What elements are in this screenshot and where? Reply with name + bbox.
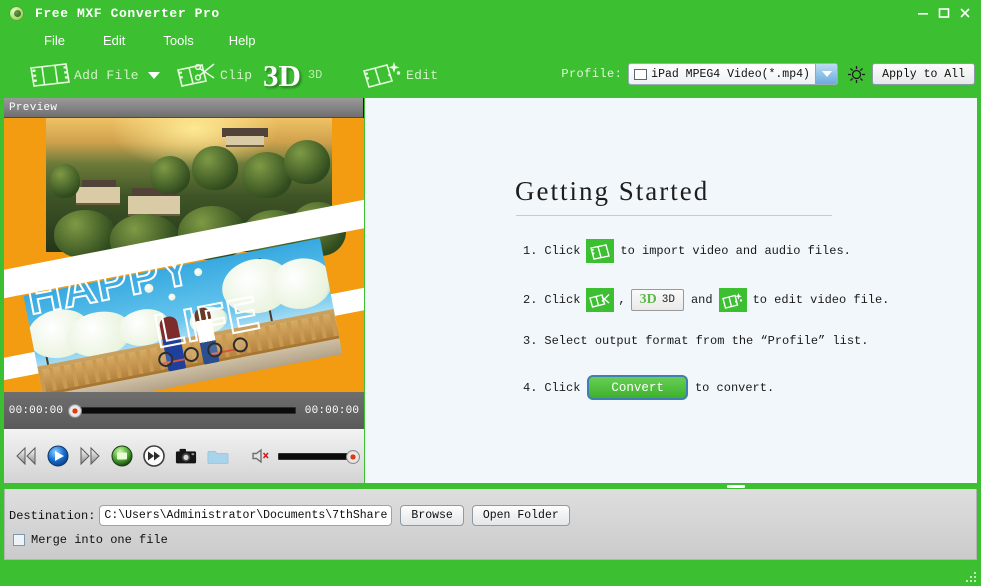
poster-image: HAPPY LIFE <box>4 118 364 392</box>
chevron-down-icon[interactable] <box>815 64 837 84</box>
application-window: Free MXF Converter Pro File Edit Tools H… <box>0 0 981 586</box>
video-stage[interactable]: HAPPY LIFE <box>4 118 364 392</box>
menu-item-tools[interactable]: Tools <box>163 33 193 48</box>
step-4-number: 4. <box>523 381 537 395</box>
destination-label: Destination: <box>9 509 95 523</box>
step-1-pre: Click <box>544 244 580 258</box>
chip-three-d-label: 3D <box>662 294 675 306</box>
three-d-label: 3D <box>308 68 322 82</box>
chevron-down-icon[interactable] <box>148 72 160 79</box>
merge-label: Merge into one file <box>31 533 168 547</box>
previous-icon[interactable] <box>15 445 37 467</box>
edit-wand-icon <box>362 60 404 90</box>
transport-bar <box>4 429 364 483</box>
getting-started-pane: Getting Started 1. Click to import video… <box>365 98 977 483</box>
step-3-text: Select output format from the “Profile” … <box>544 334 868 348</box>
step-2-pre: Click <box>544 293 580 307</box>
three-d-logo: 3D <box>263 60 301 91</box>
edit-button[interactable]: Edit <box>362 54 438 96</box>
folder-icon[interactable] <box>207 445 229 467</box>
stop-icon[interactable] <box>111 445 133 467</box>
seek-slider[interactable] <box>72 407 296 414</box>
step-1-number: 1. <box>523 244 537 258</box>
browse-button[interactable]: Browse <box>400 505 463 526</box>
open-folder-button[interactable]: Open Folder <box>472 505 570 526</box>
clip-button[interactable]: Clip <box>176 54 252 96</box>
seek-thumb[interactable] <box>68 404 82 418</box>
step-add-file-icon[interactable] <box>586 239 614 263</box>
maximize-icon[interactable] <box>934 3 953 22</box>
next-icon[interactable] <box>79 445 101 467</box>
page-title: Getting Started <box>515 176 709 207</box>
seek-bar-row: 00:00:00 00:00:00 <box>4 392 364 429</box>
profile-label: Profile: <box>561 67 622 81</box>
step-2-post: to edit video file. <box>753 293 890 307</box>
preview-header: Preview <box>4 98 363 118</box>
gear-icon[interactable] <box>845 64 867 84</box>
splitter-grip[interactable] <box>727 485 745 488</box>
apply-to-all-button[interactable]: Apply to All <box>872 63 975 85</box>
menu-item-help[interactable]: Help <box>229 33 256 48</box>
step-4: 4. Click Convert to convert. <box>523 375 776 400</box>
main-content: Preview <box>4 98 977 483</box>
volume-mute-icon[interactable] <box>251 447 271 465</box>
camera-icon[interactable] <box>175 445 197 467</box>
step-2-conj: and <box>691 293 713 307</box>
step-3: 3. Select output format from the “Profil… <box>523 334 870 348</box>
three-d-button[interactable]: 3D 3D <box>263 54 322 96</box>
edit-label: Edit <box>406 68 438 83</box>
total-time: 00:00:00 <box>300 405 364 417</box>
add-file-button[interactable]: Add File <box>28 54 160 96</box>
merge-into-one-file-checkbox[interactable]: Merge into one file <box>13 533 168 547</box>
app-logo-icon <box>9 6 24 21</box>
current-time: 00:00:00 <box>4 405 68 417</box>
step-2-number: 2. <box>523 293 537 307</box>
step-2-comma: , <box>618 293 625 307</box>
fast-forward-icon[interactable] <box>143 445 165 467</box>
step-three-d-chip[interactable]: 3D 3D <box>631 289 684 311</box>
add-file-label: Add File <box>74 68 139 83</box>
step-2: 2. Click , 3D 3D and <box>523 288 891 312</box>
profile-area: Profile: iPad MPEG4 Video(*.mp4) Apply t… <box>561 62 975 86</box>
window-title: Free MXF Converter Pro <box>35 6 220 21</box>
step-1: 1. Click to import video and audio files… <box>523 239 853 263</box>
step-edit-icon[interactable] <box>719 288 747 312</box>
destination-row: Destination: C:\Users\Administrator\Docu… <box>9 505 570 526</box>
minimize-icon[interactable] <box>913 3 932 22</box>
volume-slider[interactable] <box>278 453 356 460</box>
profile-selected-value: iPad MPEG4 Video(*.mp4) <box>651 68 815 81</box>
profile-item-icon <box>634 69 647 80</box>
step-clip-icon[interactable] <box>586 288 614 312</box>
checkbox-box[interactable] <box>13 534 25 546</box>
step-4-post: to convert. <box>695 381 774 395</box>
window-controls <box>913 3 974 22</box>
resize-grip[interactable] <box>964 570 978 584</box>
title-divider <box>516 215 832 216</box>
clip-scissors-icon <box>176 60 218 90</box>
convert-button[interactable]: Convert <box>587 375 688 400</box>
step-4-pre: Click <box>544 381 580 395</box>
step-3-number: 3. <box>523 334 537 348</box>
volume-thumb[interactable] <box>346 450 360 464</box>
title-bar: Free MXF Converter Pro <box>0 0 981 26</box>
menu-item-edit[interactable]: Edit <box>103 33 125 48</box>
volume-control <box>251 447 356 465</box>
profile-select[interactable]: iPad MPEG4 Video(*.mp4) <box>628 63 838 85</box>
step-1-post: to import video and audio files. <box>620 244 850 258</box>
preview-pane: Preview <box>4 98 364 483</box>
chip-three-d-logo: 3D <box>640 292 657 308</box>
close-icon[interactable] <box>955 3 974 22</box>
bottom-panel: Destination: C:\Users\Administrator\Docu… <box>4 489 977 560</box>
play-icon[interactable] <box>47 445 69 467</box>
clip-label: Clip <box>220 68 252 83</box>
destination-input[interactable]: C:\Users\Administrator\Documents\7thShar… <box>99 505 392 526</box>
menu-item-file[interactable]: File <box>44 33 65 48</box>
preview-title: Preview <box>9 102 57 114</box>
film-strip-icon <box>28 60 72 90</box>
menu-bar: File Edit Tools Help <box>0 28 981 52</box>
